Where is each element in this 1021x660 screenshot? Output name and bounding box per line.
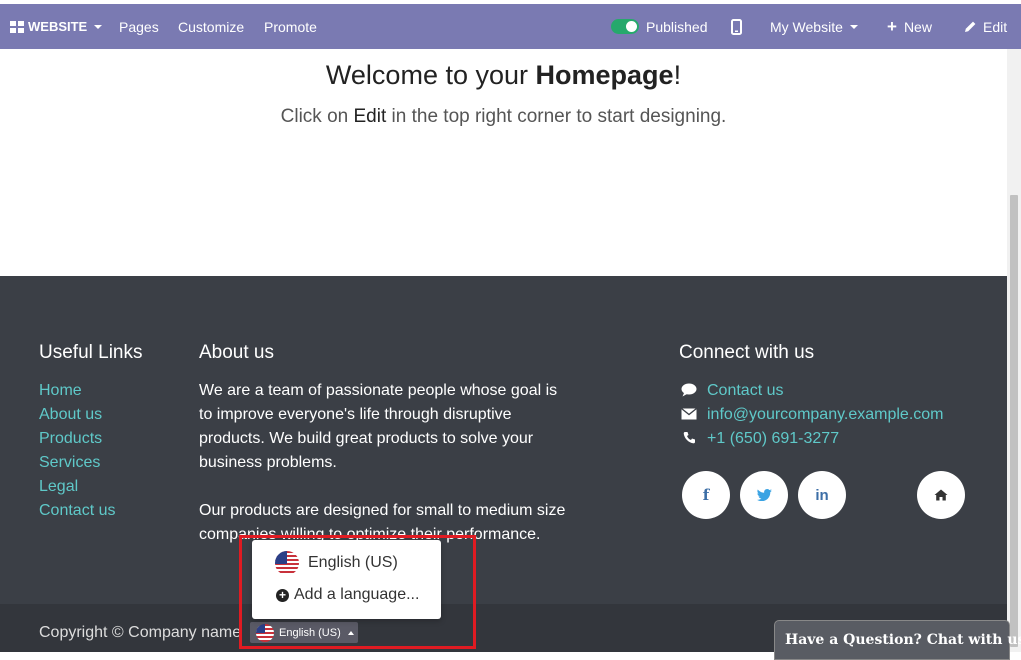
comment-icon (680, 383, 698, 400)
chat-label: Have a Question? Chat with us. (785, 632, 1021, 648)
customize-menu-label: Customize (178, 18, 245, 35)
twitter-icon (756, 489, 772, 501)
subtitle-prefix: Click on (280, 106, 354, 127)
footer-link-contact-us[interactable]: Contact us (39, 502, 115, 520)
page-title: Welcome to your Homepage! (0, 60, 1007, 91)
chevron-down-icon (94, 24, 103, 29)
published-label: Published (646, 18, 708, 35)
plus-icon: + (887, 16, 897, 36)
mobile-preview-button[interactable] (731, 4, 742, 49)
website-menu[interactable]: WEBSITE (10, 4, 103, 49)
mobile-icon (731, 18, 742, 35)
phone-number: +1 (650) 691-3277 (707, 430, 840, 447)
new-button[interactable]: + New (887, 4, 932, 49)
title-suffix: ! (673, 60, 682, 90)
home-button[interactable] (917, 471, 965, 519)
facebook-button[interactable]: f (682, 471, 730, 519)
about-us-heading: About us (199, 342, 274, 363)
website-switcher[interactable]: My Website (770, 4, 858, 49)
page-subtitle: Click on Edit in the top right corner to… (0, 106, 1007, 128)
about-line: We are a team of passionate people whose… (199, 382, 558, 399)
promote-menu[interactable]: Promote (264, 4, 317, 49)
contact-us-label: Contact us (707, 382, 784, 399)
subtitle-edit-word: Edit (353, 106, 387, 127)
connect-heading: Connect with us (679, 342, 815, 363)
chevron-down-icon (849, 24, 858, 29)
promote-menu-label: Promote (264, 18, 317, 35)
published-toggle[interactable]: Published (611, 4, 708, 49)
scrollbar-thumb[interactable] (1010, 195, 1018, 647)
title-prefix: Welcome to your (325, 60, 536, 90)
about-line: to improve everyone's life through disru… (199, 406, 512, 423)
pencil-icon (965, 21, 976, 32)
edit-button[interactable]: Edit (964, 4, 1007, 49)
footer-link-legal[interactable]: Legal (39, 478, 78, 496)
pages-menu-label: Pages (119, 18, 159, 35)
footer-link-services[interactable]: Services (39, 454, 100, 472)
footer-link-products[interactable]: Products (39, 430, 102, 448)
toggle-switch[interactable] (611, 19, 639, 34)
edit-label: Edit (983, 18, 1008, 35)
website-switcher-label: My Website (770, 18, 843, 35)
new-label: New (903, 18, 932, 35)
subtitle-suffix: in the top right corner to start designi… (386, 106, 727, 127)
title-bold: Homepage (535, 60, 674, 90)
home-icon (934, 489, 948, 501)
highlight-annotation-box (239, 535, 476, 649)
customize-menu[interactable]: Customize (178, 4, 244, 49)
useful-links-heading: Useful Links (39, 342, 143, 363)
page-scrollbar[interactable] (1007, 49, 1021, 652)
copyright-text: Copyright © Company name (39, 624, 242, 641)
pages-menu[interactable]: Pages (119, 4, 159, 49)
phone-icon (680, 431, 698, 447)
footer-link-home[interactable]: Home (39, 382, 82, 400)
about-line: products. We build great products to sol… (199, 430, 534, 447)
about-line: Our products are designed for small to m… (199, 502, 566, 519)
top-navbar: WEBSITE Pages Customize Promote Publishe… (0, 4, 1021, 49)
apps-grid-icon (10, 20, 24, 33)
linkedin-icon: in (815, 486, 829, 504)
website-menu-label: WEBSITE (28, 19, 88, 34)
envelope-icon (680, 407, 698, 423)
facebook-icon: f (702, 486, 710, 504)
about-us-paragraph-1: We are a team of passionate people whose… (199, 379, 557, 475)
twitter-button[interactable] (740, 471, 788, 519)
phone-link[interactable]: +1 (650) 691-3277 (680, 430, 839, 448)
contact-us-link[interactable]: Contact us (680, 382, 783, 400)
about-line: business problems. (199, 454, 337, 471)
footer-link-about-us[interactable]: About us (39, 406, 102, 424)
email-link[interactable]: info@yourcompany.example.com (680, 406, 944, 424)
linkedin-button[interactable]: in (798, 471, 846, 519)
live-chat-button[interactable]: Have a Question? Chat with us. (774, 620, 1021, 660)
email-address: info@yourcompany.example.com (707, 406, 944, 423)
